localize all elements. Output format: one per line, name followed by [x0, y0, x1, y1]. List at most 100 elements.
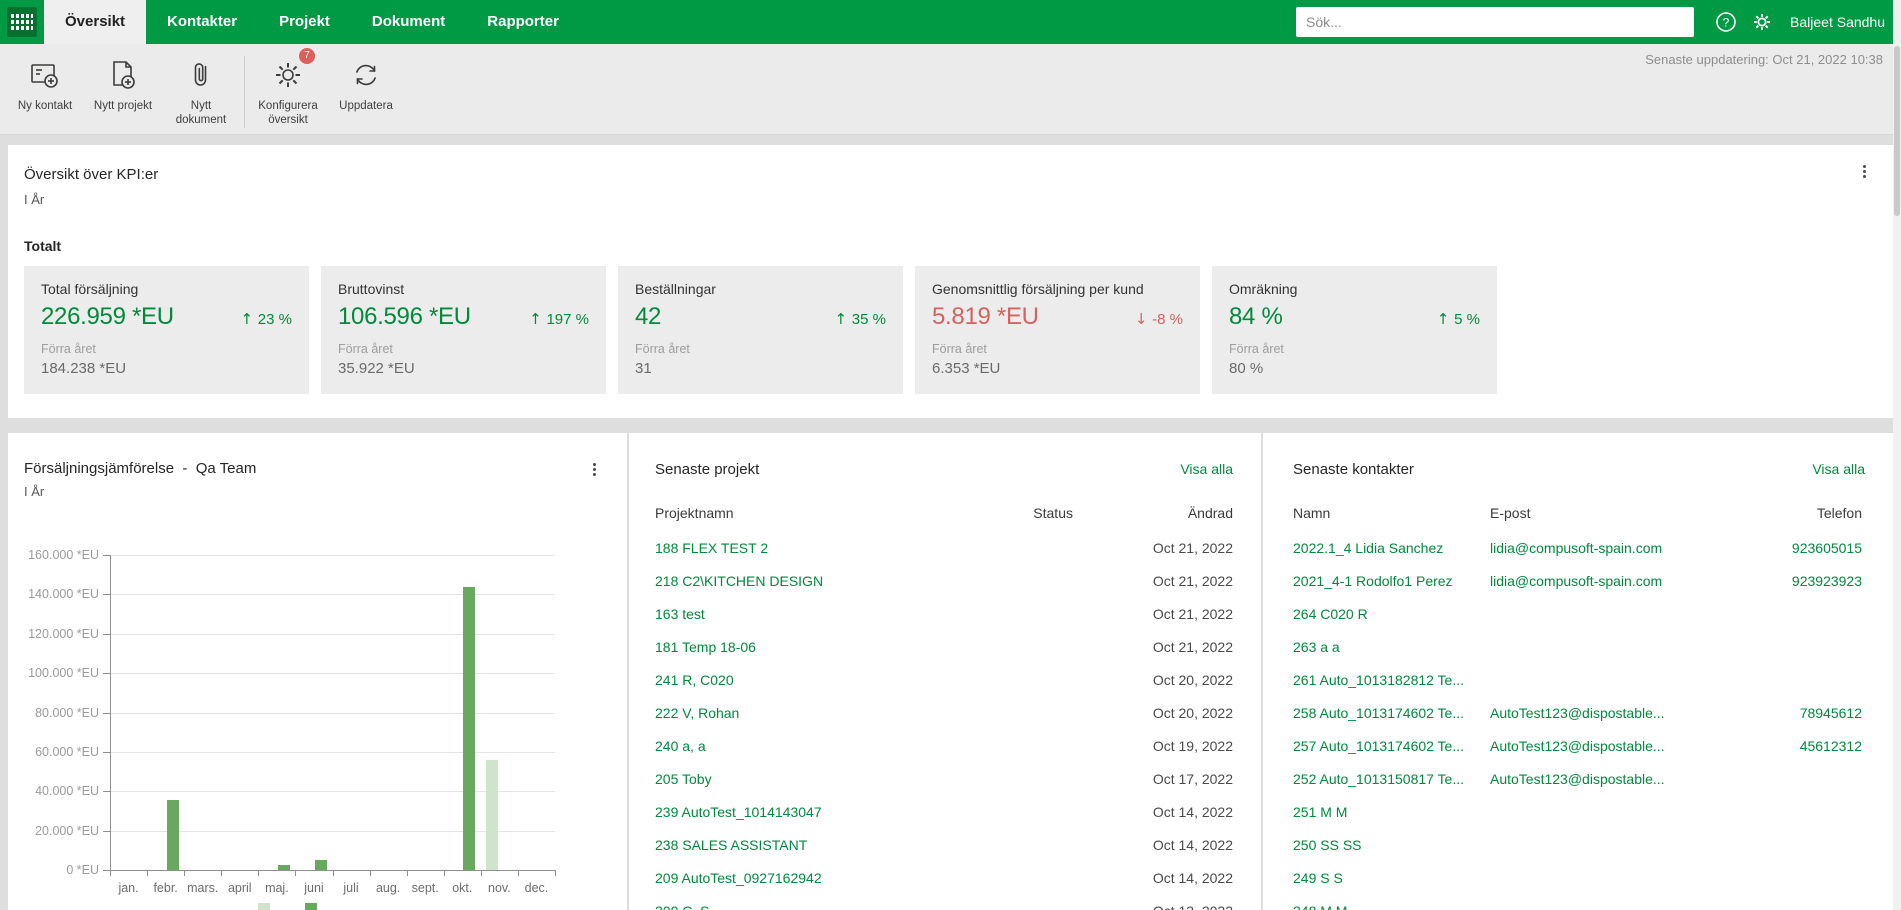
kpi-prev-label: Förra året [932, 342, 987, 356]
contact-name-link[interactable]: 258 Auto_1013174602 Te... [1293, 705, 1490, 721]
kpi-prev-label: Förra året [41, 342, 96, 356]
kpi-overview-panel: Översikt över KPI:er I År Totalt Total f… [8, 145, 1893, 418]
project-row: 205 Toby Oct 17, 2022 [655, 762, 1233, 795]
kpi-card[interactable]: Omräkning 84 % ↑ 5 % Förra året 80 % [1212, 266, 1497, 394]
contact-name-link[interactable]: 251 M M [1293, 804, 1490, 820]
nav-tab-projekt[interactable]: Projekt [258, 0, 351, 44]
project-name-link[interactable]: 238 SALES ASSISTANT [655, 837, 943, 853]
y-tick-label: 80.000 *EU [35, 705, 99, 720]
toolbar-button-new-project[interactable]: Nytt projekt [84, 50, 162, 128]
projects-panel-title: Senaste projekt [655, 461, 760, 478]
y-axis-tick [103, 791, 110, 793]
project-name-link[interactable]: 181 Temp 18-06 [655, 639, 943, 655]
svg-text:?: ? [1723, 16, 1730, 30]
contact-email-link[interactable]: lidia@compusoft-spain.com [1490, 573, 1712, 589]
project-changed-date: Oct 20, 2022 [1152, 704, 1233, 721]
contact-name-link[interactable]: 263 a a [1293, 639, 1490, 655]
contact-email-link[interactable]: lidia@compusoft-spain.com [1490, 540, 1712, 556]
contact-name-link[interactable]: 248 M M [1293, 903, 1490, 910]
page-scrollbar[interactable] [1893, 0, 1901, 910]
project-changed-date: Oct 13, 2022 [1073, 903, 1233, 910]
kpi-panel-title: Översikt över KPI:er [24, 166, 159, 183]
settings-gear-icon[interactable] [1749, 9, 1775, 35]
toolbar-button-new-contact[interactable]: Ny kontakt [6, 50, 84, 128]
arrow-up-icon: ↑ [240, 310, 258, 328]
contact-phone-link[interactable]: 923605015 [1712, 540, 1862, 556]
kpi-card[interactable]: Bruttovinst 106.596 *EU ↑ 197 % Förra året 3… [321, 266, 606, 394]
project-row: 218 C2\KITCHEN DESIGN Oct 21, 2022 [655, 564, 1233, 597]
contact-row: 251 M M [1293, 795, 1862, 828]
x-tick-label: febr. [153, 881, 178, 895]
projects-view-all-link[interactable]: Visa alla [1180, 461, 1233, 477]
project-name-link[interactable]: 240 a, a [655, 738, 943, 754]
arrow-up-icon: ↑ [834, 310, 852, 328]
chart-bar-solid[interactable] [166, 800, 179, 870]
contact-name-link[interactable]: 261 Auto_1013182812 Te... [1293, 672, 1490, 688]
paperclip-icon [184, 54, 218, 96]
chart-bar-solid[interactable] [463, 586, 476, 870]
kpi-card[interactable]: Total försäljning 226.959 *EU ↑ 23 % Förra … [24, 266, 309, 394]
contacts-table-header: Namn E-post Telefon [1293, 505, 1862, 521]
latest-contacts-panel: Senaste kontakter Visa alla Namn E-post Te… [1263, 433, 1893, 910]
kpi-cards: Total försäljning 226.959 *EU ↑ 23 % Förra … [24, 266, 1497, 394]
scrollbar-thumb[interactable] [1894, 46, 1900, 216]
project-row: 222 V, Rohan Oct 20, 2022 [655, 696, 1233, 729]
toolbar-button-gear[interactable]: 7 Konfigurera översikt [249, 48, 327, 128]
toolbar-button-paperclip[interactable]: Nytt dokument [162, 50, 240, 128]
contact-email-link[interactable]: AutoTest123@dispostable... [1490, 705, 1712, 721]
contact-name-link[interactable]: 252 Auto_1013150817 Te... [1293, 771, 1490, 787]
contact-name-link[interactable]: 264 C020 R [1293, 606, 1490, 622]
chart-bar-light[interactable] [486, 759, 499, 870]
toolbar-separator [244, 56, 245, 128]
project-name-link[interactable]: 209 AutoTest_0927162942 [655, 870, 943, 886]
help-icon[interactable]: ? [1713, 9, 1739, 35]
nav-tab-rapporter[interactable]: Rapporter [466, 0, 580, 44]
kpi-card[interactable]: Beställningar 42 ↑ 35 % Förra året 31 [618, 266, 903, 394]
project-name-link[interactable]: 222 V, Rohan [655, 705, 943, 721]
contact-name-link[interactable]: 2022.1_4 Lidia Sanchez [1293, 540, 1490, 556]
kpi-panel-menu-icon[interactable] [1855, 161, 1873, 181]
nav-tab-kontakter[interactable]: Kontakter [146, 0, 258, 44]
project-name-link[interactable]: 239 AutoTest_1014143047 [655, 804, 943, 820]
nav-tab-översikt[interactable]: Översikt [44, 0, 147, 44]
contact-name-link[interactable]: 2021_4-1 Rodolfo1 Perez [1293, 573, 1490, 589]
kpi-prev-value: 31 [635, 360, 652, 377]
gear-icon: 7 [271, 48, 315, 96]
project-changed-date: Oct 17, 2022 [1152, 770, 1233, 787]
user-menu[interactable]: Baljeet Sandhu [1790, 14, 1885, 30]
contact-phone-link[interactable]: 45612312 [1712, 738, 1862, 754]
contact-name-link[interactable]: 250 SS SS [1293, 837, 1490, 853]
project-name-link[interactable]: 205 Toby [655, 771, 943, 787]
kpi-card-title: Omräkning [1229, 281, 1298, 297]
x-axis-tick [147, 870, 149, 876]
contact-phone-link[interactable]: 923923923 [1712, 573, 1862, 589]
chart-bar-solid[interactable] [314, 860, 327, 870]
x-axis-tick [480, 870, 482, 876]
contact-email-link[interactable]: AutoTest123@dispostable... [1490, 738, 1712, 754]
contact-row: 252 Auto_1013150817 Te... AutoTest123@dis… [1293, 762, 1862, 795]
nav-tab-dokument[interactable]: Dokument [351, 0, 466, 44]
project-name-link[interactable]: 218 C2\KITCHEN DESIGN [655, 573, 943, 589]
project-name-link[interactable]: 200 C, S [655, 903, 943, 910]
chart-bar-solid[interactable] [277, 865, 290, 870]
x-tick-label: juli [343, 881, 359, 895]
kpi-delta: ↑ 5 % [1436, 310, 1480, 328]
contacts-view-all-link[interactable]: Visa alla [1812, 461, 1865, 477]
contact-email-link[interactable]: AutoTest123@dispostable... [1490, 771, 1712, 787]
toolbar-button-refresh[interactable]: Uppdatera [327, 50, 405, 128]
project-name-link[interactable]: 163 test [655, 606, 943, 622]
contact-name-link[interactable]: 249 S S [1293, 870, 1490, 886]
search-input[interactable] [1296, 7, 1695, 37]
project-name-link[interactable]: 241 R, C020 [655, 672, 943, 688]
kpi-card[interactable]: Genomsnittlig försäljning per kund 5.819 … [915, 266, 1200, 394]
project-changed-date: Oct 21, 2022 [1152, 605, 1233, 622]
kpi-value: 106.596 *EU [338, 303, 471, 330]
app-logo[interactable] [0, 0, 44, 44]
x-axis-tick [555, 870, 556, 876]
contacts-table-body: 2022.1_4 Lidia Sanchez lidia@compusoft-sp… [1293, 531, 1862, 910]
contact-name-link[interactable]: 257 Auto_1013174602 Te... [1293, 738, 1490, 754]
project-name-link[interactable]: 188 FLEX TEST 2 [655, 540, 943, 556]
notification-badge: 7 [299, 48, 315, 64]
contact-row: 258 Auto_1013174602 Te... AutoTest123@dis… [1293, 696, 1862, 729]
contact-phone-link[interactable]: 78945612 [1712, 705, 1862, 721]
